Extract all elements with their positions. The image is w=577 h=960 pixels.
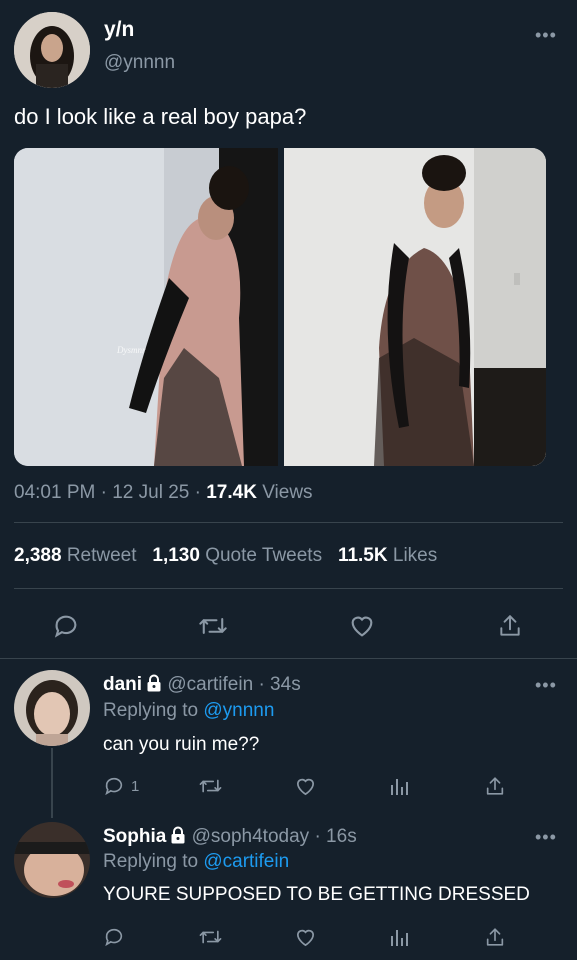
thread-line [51,748,53,818]
more-icon[interactable]: ••• [535,676,557,694]
lock-icon [146,674,162,698]
likes-stat[interactable]: 11.5K Likes [338,545,437,566]
reply-text: YOURE SUPPOSED TO BE GETTING DRESSED [103,884,530,905]
replying-prefix: Replying to [103,851,199,872]
replying-to: Replying to @ynnnn [103,700,274,722]
lock-icon [170,826,186,850]
reply-avatar[interactable] [14,822,90,898]
like-icon[interactable] [348,612,376,640]
replying-to: Replying to @cartifein [103,851,289,873]
share-icon[interactable] [497,612,523,640]
reply-time: · 16s [314,826,357,847]
share-icon[interactable] [484,775,506,798]
divider-full [0,658,577,659]
like-icon[interactable] [294,926,317,949]
tweet-meta: 04:01 PM · 12 Jul 25 · 17.4K Views [14,482,313,504]
meta-dot: · [194,482,201,503]
image-watermark: Dysmnr [117,345,146,355]
like-icon[interactable] [294,775,317,798]
reply-author-name[interactable]: Sophia [103,826,166,847]
reply-icon[interactable] [103,775,125,797]
tweet-stats: 2,388 Retweet 1,130 Quote Tweets 11.5K L… [14,545,437,567]
retweets-stat[interactable]: 2,388 Retweet [14,545,142,566]
author-name[interactable]: y/n [104,18,134,42]
analytics-icon[interactable] [389,775,411,797]
likes-label: Likes [392,545,438,566]
reply-icon[interactable] [103,926,125,948]
more-icon[interactable]: ••• [535,828,557,846]
quotes-label: Quote Tweets [205,545,323,566]
reply-header: dani @cartifein · 34s [103,674,301,698]
tweet-image-2[interactable] [284,148,546,466]
meta-dot: · [100,482,107,503]
likes-count: 11.5K [337,545,388,566]
retweet-icon[interactable] [198,775,223,797]
reply-author-name[interactable]: dani [103,674,142,695]
reply-count: 1 [131,778,140,795]
replying-to-handle[interactable]: @ynnnn [203,700,274,721]
reply-handle[interactable]: @cartifein [167,674,253,695]
reply-handle[interactable]: @soph4today [192,826,310,847]
tweet-image-1[interactable]: Dysmnr [14,148,278,466]
views-count: 17.4K [206,482,257,503]
more-icon[interactable]: ••• [535,26,557,44]
tweet-date: 12 Jul 25 [112,482,190,503]
author-avatar[interactable] [14,12,90,88]
reply-header: Sophia @soph4today · 16s [103,826,357,850]
reply-icon[interactable] [52,612,80,640]
retweets-count: 2,388 [14,545,62,566]
tweet-text: do I look like a real boy papa? [14,104,307,129]
retweets-label: Retweet [66,545,137,566]
retweet-icon[interactable] [198,612,228,640]
analytics-icon[interactable] [389,926,411,948]
tweet-time: 04:01 PM [14,482,96,503]
replying-to-handle[interactable]: @cartifein [203,851,289,872]
author-handle[interactable]: @ynnnn [104,52,175,74]
views-label: Views [262,482,313,503]
divider [14,522,563,523]
replying-prefix: Replying to [103,700,199,721]
quotes-stat[interactable]: 1,130 Quote Tweets [152,545,327,566]
reply-time: · 34s [258,674,301,695]
share-icon[interactable] [484,926,506,949]
reply-text: can you ruin me?? [103,734,260,755]
retweet-icon[interactable] [198,926,223,948]
reply-avatar[interactable] [14,670,90,746]
quotes-count: 1,130 [152,545,200,566]
divider [14,588,563,589]
